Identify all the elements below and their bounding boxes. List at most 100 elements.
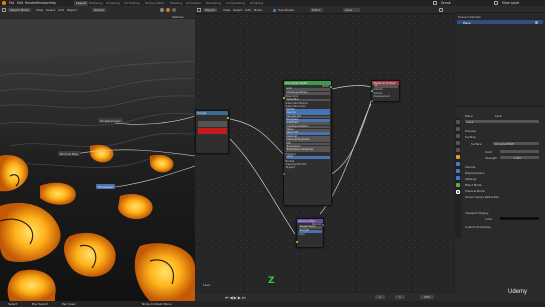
principled-bsdf-node[interactable]: Principled BSDF BSDF GGX Christensen-Bur…: [283, 80, 332, 206]
strength-field[interactable]: 1.000: [500, 155, 539, 160]
transform-orientation-dropdown[interactable]: Global: [92, 8, 106, 12]
outliner-scene-collection[interactable]: Scene Collection: [458, 15, 481, 19]
viewport-menu-select[interactable]: Select: [46, 8, 55, 12]
3d-viewport[interactable]: Displacement Normal Map Principled: [0, 6, 195, 301]
view-layer-icon[interactable]: [494, 1, 498, 5]
bsdf-clearcoat-roughness[interactable]: Clearcoat Roughness: [285, 138, 330, 143]
material-slot-dropdown[interactable]: Slot 1: [310, 8, 323, 12]
bsdf-subsurface-method-dropdown[interactable]: Christensen-Burley: [285, 91, 330, 95]
viewport-shading-render-icon[interactable]: [172, 8, 176, 12]
image-node-field-2[interactable]: [197, 124, 227, 128]
section-preview[interactable]: Preview: [465, 129, 476, 133]
visibility-eye-icon[interactable]: [535, 21, 538, 24]
material-output-node[interactable]: Material Output All Surface Volume Displ…: [371, 80, 400, 102]
object-tab-icon[interactable]: [456, 155, 460, 159]
output-target-dropdown[interactable]: All: [373, 84, 398, 88]
tab-animation[interactable]: Animation: [186, 1, 201, 5]
overlay-label-principled[interactable]: Principled: [96, 184, 115, 189]
menu-window[interactable]: Window: [36, 1, 49, 5]
scene-icon[interactable]: [433, 1, 437, 5]
current-frame-field[interactable]: 1: [375, 295, 385, 299]
tab-sculpting[interactable]: Sculpting: [106, 1, 120, 5]
render-tab-icon[interactable]: [456, 127, 460, 131]
normal-map-node[interactable]: Normal Map Normal Tangent Space Strength…: [296, 218, 324, 248]
world-tab-icon[interactable]: [456, 148, 460, 152]
output-surface-socket[interactable]: [371, 90, 373, 92]
menu-render[interactable]: Render: [25, 1, 36, 5]
use-nodes-checkbox[interactable]: [273, 8, 276, 12]
viewport-menu-object[interactable]: Object: [67, 8, 77, 12]
section-viewport-display[interactable]: Viewport Display: [465, 211, 489, 215]
view-layer-name[interactable]: View Layer: [502, 1, 519, 5]
tab-compositing[interactable]: Compositing: [226, 1, 245, 5]
scene-tab-icon[interactable]: [456, 141, 460, 145]
tab-rendering[interactable]: Rendering: [206, 1, 221, 5]
physics-tab-icon[interactable]: [456, 176, 460, 180]
tab-modeling[interactable]: Modeling: [89, 1, 103, 5]
tab-scripting[interactable]: Scripting: [250, 1, 263, 5]
properties-material-tab[interactable]: Lava: [495, 114, 502, 118]
color-field[interactable]: [500, 149, 539, 153]
normal-strength-field[interactable]: Strength: [298, 229, 322, 233]
end-frame-field[interactable]: 250: [420, 295, 434, 299]
bsdf-normal-socket[interactable]: [283, 173, 285, 175]
node-menu-add[interactable]: Add: [245, 8, 251, 12]
material-datablock-field[interactable]: Lava: [465, 120, 539, 124]
tab-uv-editing[interactable]: UV Editing: [124, 1, 140, 5]
section-blend-mode[interactable]: Blend Mode: [465, 183, 481, 187]
menu-edit[interactable]: Edit: [17, 1, 23, 5]
bsdf-subsurface[interactable]: Subsurface: [285, 98, 330, 102]
scene-name[interactable]: Scene: [441, 1, 451, 5]
node-editor-type-icon[interactable]: [197, 8, 201, 12]
surface-shader-field[interactable]: Principled BSDF: [493, 141, 539, 146]
tool-tab-icon[interactable]: [456, 120, 460, 124]
menu-help[interactable]: Help: [49, 1, 56, 5]
particles-tab-icon[interactable]: [456, 169, 460, 173]
viewport-menu-add[interactable]: Add: [58, 8, 64, 12]
overlay-label-normal-map[interactable]: Normal Map: [58, 151, 81, 156]
outliner-panel[interactable]: Scene Collection Plane: [455, 6, 545, 106]
modifier-tab-icon[interactable]: [456, 162, 460, 166]
section-volume[interactable]: Volume: [465, 165, 475, 169]
data-tab-icon[interactable]: [456, 183, 460, 187]
bsdf-output-socket[interactable]: [330, 86, 332, 88]
material-name-field[interactable]: Lava: [343, 8, 361, 12]
start-frame-field[interactable]: 1: [395, 295, 405, 299]
shader-type-dropdown[interactable]: Object: [203, 8, 217, 12]
image-node-color-swatch[interactable]: [197, 128, 227, 135]
mode-dropdown[interactable]: Object Mode: [8, 8, 31, 12]
node-menu-node[interactable]: Node: [254, 8, 262, 12]
tab-layout[interactable]: Layout: [74, 0, 89, 6]
node-menu-select[interactable]: Select: [233, 8, 242, 12]
node-menu-view[interactable]: View: [223, 8, 230, 12]
viewport-options[interactable]: Options: [172, 15, 184, 19]
section-surface[interactable]: Surface: [465, 135, 476, 139]
output-displacement-socket[interactable]: [371, 100, 373, 102]
viewport-shading-material-icon[interactable]: [166, 8, 170, 12]
viewport-menu-view[interactable]: View: [36, 8, 43, 12]
image-output-socket[interactable]: [227, 117, 229, 119]
section-shadow-mode[interactable]: Shadow Mode: [465, 189, 485, 193]
section-displacement[interactable]: Displacement: [465, 171, 484, 175]
bsdf-base-color-socket[interactable]: [283, 97, 285, 99]
blender-logo-icon[interactable]: [2, 1, 6, 5]
viewport-shading-solid-icon[interactable]: [160, 8, 164, 12]
overlay-label-displacement[interactable]: Displacement: [98, 118, 123, 123]
image-texture-node[interactable]: Image: [195, 110, 229, 154]
outliner-plane[interactable]: Plane: [463, 21, 471, 25]
output-tab-icon[interactable]: [456, 134, 460, 138]
section-ssr[interactable]: Screen Space Refraction: [465, 195, 499, 199]
material-tab-icon[interactable]: [456, 190, 460, 194]
normal-output-socket[interactable]: [322, 224, 324, 226]
bsdf-tangent[interactable]: Tangent: [284, 166, 331, 169]
image-node-field[interactable]: [197, 121, 227, 124]
viewport-color-swatch[interactable]: [500, 216, 539, 220]
menu-file[interactable]: File: [9, 1, 14, 5]
normal-color-socket[interactable]: [296, 241, 298, 243]
bsdf-transmission-roughness[interactable]: Transmission Roughness: [285, 149, 330, 153]
playback-controls-icon[interactable]: ⏮◀▶▶⏭: [225, 295, 246, 300]
bsdf-alpha[interactable]: Alpha: [285, 155, 330, 159]
section-settings[interactable]: Settings: [465, 177, 476, 181]
pin-icon[interactable]: [439, 8, 443, 12]
tab-texture-paint[interactable]: Texture Paint: [145, 1, 164, 5]
